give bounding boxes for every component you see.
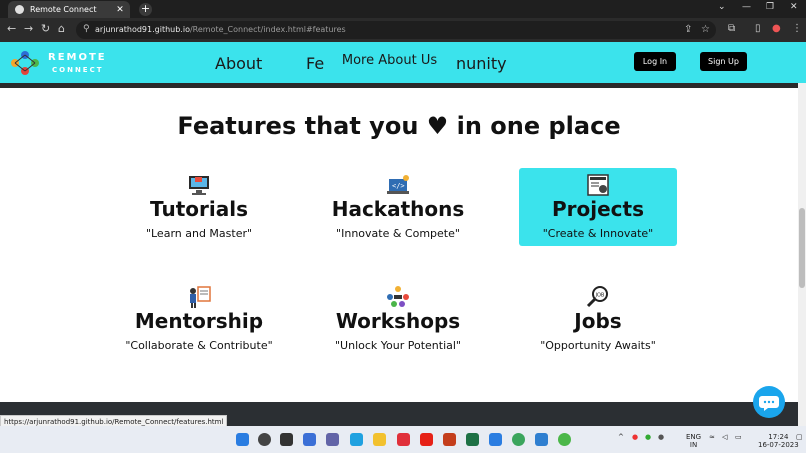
feature-card-hackathons[interactable]: </> Hackathons "Innovate & Compete" <box>319 168 477 246</box>
chat-widget-button[interactable] <box>753 386 785 418</box>
opera-icon[interactable] <box>397 433 410 446</box>
minimize-icon[interactable]: — <box>742 2 751 12</box>
powerpoint-icon[interactable] <box>443 433 456 446</box>
address-bar[interactable]: ⚲ arjunrathod91.github.io/Remote_Connect… <box>76 21 716 39</box>
tray-app-icon[interactable]: ● <box>632 433 638 441</box>
teams-chat-icon[interactable] <box>326 433 339 446</box>
share-icon[interactable]: ⇪ <box>684 24 692 35</box>
tray-app-icon-2[interactable]: ● <box>645 433 651 441</box>
file-explorer-icon[interactable] <box>373 433 386 446</box>
scrollbar-thumb[interactable] <box>799 208 805 288</box>
forward-icon[interactable]: → <box>24 22 33 35</box>
browser-tab[interactable]: Remote Connect ✕ <box>8 1 130 18</box>
tray-chevron-icon[interactable]: ^ <box>618 433 624 441</box>
feature-card-mentorship[interactable]: Mentorship "Collaborate & Contribute" <box>120 280 278 358</box>
brand-name[interactable]: REMOTE <box>48 52 107 63</box>
features-heading: Features that you ♥ in one place <box>177 112 621 140</box>
widgets-icon[interactable] <box>303 433 316 446</box>
profile-avatar-icon[interactable]: ● <box>772 23 781 34</box>
feature-subtitle: "Create & Innovate" <box>542 227 654 240</box>
browser-toolbar: ← → ↻ ⌂ ⚲ arjunrathod91.github.io/Remote… <box>0 18 806 42</box>
chrome-active-icon[interactable] <box>558 433 571 446</box>
maximize-icon[interactable]: ❐ <box>766 2 774 12</box>
signup-button[interactable]: Sign Up <box>700 52 747 71</box>
job-search-icon: JOB <box>586 286 608 308</box>
nav-community[interactable]: nunity <box>456 54 507 73</box>
vscode-icon[interactable] <box>535 433 548 446</box>
tab-title: Remote Connect <box>30 5 97 14</box>
edge-icon[interactable] <box>350 433 363 446</box>
feature-card-workshops[interactable]: Workshops "Unlock Your Potential" <box>319 280 477 358</box>
feature-card-jobs[interactable]: JOB Jobs "Opportunity Awaits" <box>519 280 677 358</box>
next-section-heading-clipped <box>236 410 248 426</box>
language-indicator[interactable]: ENG IN <box>686 433 701 449</box>
wifi-icon[interactable]: ≈ <box>709 433 715 441</box>
clock[interactable]: 17:24 16-07-2023 <box>758 433 799 449</box>
site-info-icon[interactable]: ⚲ <box>83 24 90 34</box>
side-panel-icon[interactable]: ▯ <box>755 23 761 34</box>
notifications-icon[interactable]: ▢ <box>796 433 803 441</box>
extensions-icon[interactable]: ⧉ <box>728 23 735 34</box>
site-header: REMOTE CONNECT About Fe nunity More Abou… <box>0 42 806 83</box>
youtube-icon[interactable] <box>420 433 433 446</box>
windows-taskbar: ^ ● ● ● ENG IN ≈ ◁ ▭ 17:24 16-07-2023 ▢ <box>0 426 806 453</box>
feature-card-projects[interactable]: Projects "Create & Innovate" <box>519 168 677 246</box>
task-view-icon[interactable] <box>280 433 293 446</box>
presenter-icon <box>190 286 211 308</box>
svg-text:JOB: JOB <box>595 293 605 299</box>
battery-icon[interactable]: ▭ <box>735 433 742 441</box>
volume-icon[interactable]: ◁ <box>722 433 727 441</box>
chat-bubble-icon <box>759 396 779 411</box>
team-meeting-icon <box>387 286 409 307</box>
start-menu-icon[interactable] <box>236 433 249 446</box>
bookmark-star-icon[interactable]: ☆ <box>701 24 710 35</box>
address-url: arjunrathod91.github.io/Remote_Connect/i… <box>95 25 346 34</box>
project-board-icon <box>587 174 609 196</box>
chrome-icon[interactable] <box>512 433 525 446</box>
feature-title: Projects <box>551 197 644 221</box>
nav-features[interactable]: Fe <box>306 54 324 73</box>
close-tab-icon[interactable]: ✕ <box>115 5 125 15</box>
svg-text:</>: </> <box>392 182 405 190</box>
browser-menu-icon[interactable]: ⋮ <box>792 23 802 34</box>
excel-icon[interactable] <box>466 433 479 446</box>
page-scrollbar[interactable] <box>798 83 806 426</box>
remote-connect-logo-icon <box>11 51 39 75</box>
search-icon[interactable] <box>258 433 271 446</box>
feature-title: Jobs <box>574 309 622 333</box>
nav-about[interactable]: About <box>215 54 262 73</box>
feature-subtitle: "Opportunity Awaits" <box>540 339 656 352</box>
feature-card-tutorials[interactable]: Tutorials "Learn and Master" <box>120 168 278 246</box>
back-icon[interactable]: ← <box>7 22 16 35</box>
tray-app-icon-3[interactable]: ● <box>658 433 664 441</box>
login-button[interactable]: Log In <box>634 52 676 71</box>
snipping-tool-icon[interactable] <box>489 433 502 446</box>
monitor-video-icon <box>189 176 209 195</box>
tab-search-icon[interactable]: ⌄ <box>718 2 726 12</box>
close-window-icon[interactable]: ✕ <box>790 2 798 12</box>
code-laptop-icon: </> <box>387 175 409 194</box>
site-favicon-icon <box>15 5 24 14</box>
nav-tooltip: More About Us <box>336 46 443 74</box>
home-icon[interactable]: ⌂ <box>58 22 65 35</box>
brand-tagline[interactable]: CONNECT <box>52 66 104 74</box>
header-shadow <box>0 83 798 88</box>
reload-icon[interactable]: ↻ <box>41 22 50 35</box>
new-tab-button[interactable]: + <box>139 3 152 16</box>
browser-tab-strip: Remote Connect ✕ + ⌄ — ❐ ✕ <box>0 0 806 18</box>
